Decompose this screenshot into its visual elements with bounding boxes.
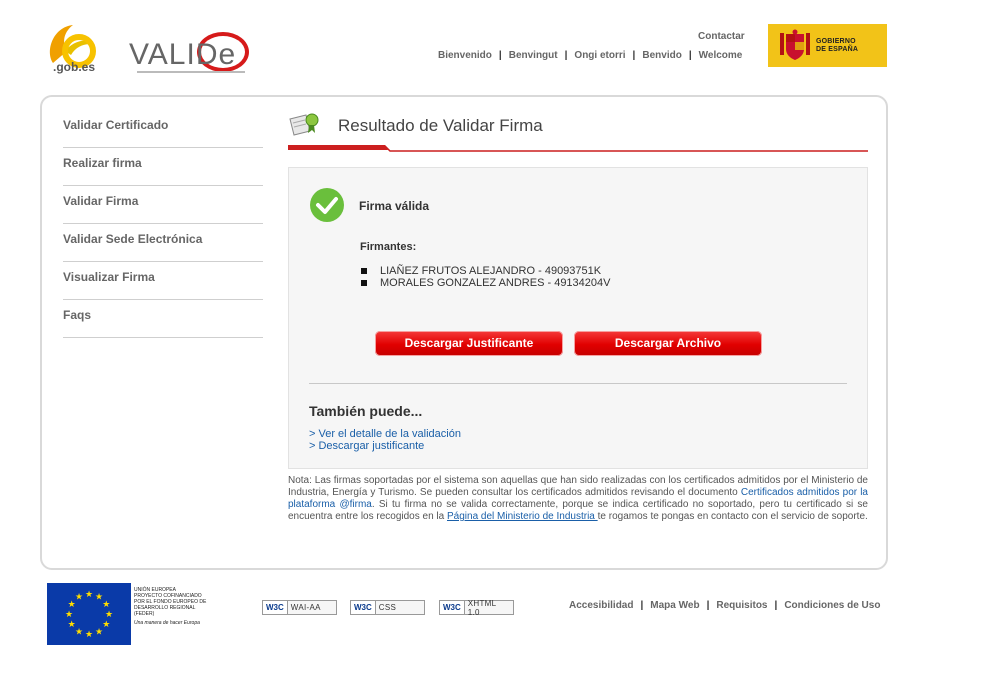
sidebar-nav: Validar Certificado Realizar firma Valid… xyxy=(63,110,263,338)
divider xyxy=(309,383,847,384)
ministry-page-link[interactable]: Página del Ministerio de Industria xyxy=(447,511,598,522)
contact-link[interactable]: Contactar xyxy=(698,31,745,42)
lang-link-welcome[interactable]: Welcome xyxy=(699,50,743,61)
sidebar-item-realizar-firma[interactable]: Realizar firma xyxy=(63,148,263,186)
separator: | xyxy=(632,50,636,61)
separator: | xyxy=(640,600,644,611)
gob-es-logo[interactable]: .gob.es xyxy=(43,21,115,75)
valide-logo[interactable]: VALIDe xyxy=(127,28,255,76)
requirements-link[interactable]: Requisitos xyxy=(716,600,767,611)
lang-link-bienvenido[interactable]: Bienvenido xyxy=(438,50,492,61)
signature-status: Firma válida xyxy=(359,199,430,213)
valide-text: VALIDe xyxy=(129,38,236,71)
terms-of-use-link[interactable]: Condiciones de Uso xyxy=(784,600,880,611)
signers-list: LIAÑEZ FRUTOS ALEJANDRO - 49093751K MORA… xyxy=(360,265,610,289)
eu-star-icon: ★ xyxy=(105,609,113,619)
w3c-xhtml-badge[interactable]: W3C XHTML 1.0 xyxy=(439,599,514,617)
lang-link-ongi-etorri[interactable]: Ongi etorri xyxy=(574,50,625,61)
also-heading: También puede... xyxy=(309,403,423,419)
eu-star-icon: ★ xyxy=(95,626,103,636)
accessibility-link[interactable]: Accesibilidad xyxy=(569,600,633,611)
eu-star-icon: ★ xyxy=(102,619,110,629)
sidebar-item-validar-firma[interactable]: Validar Firma xyxy=(63,186,263,224)
separator: | xyxy=(688,50,692,61)
separator: | xyxy=(706,600,710,611)
language-selector: Bienvenido | Benvingut | Ongi etorri | B… xyxy=(438,50,742,61)
title-underline xyxy=(288,145,868,152)
download-receipt-link[interactable]: > Descargar justificante xyxy=(309,440,424,452)
separator: | xyxy=(774,600,778,611)
sidebar-item-validar-sede[interactable]: Validar Sede Electrónica xyxy=(63,224,263,262)
eu-star-icon: ★ xyxy=(85,589,93,599)
page-title: Resultado de Validar Firma xyxy=(338,116,543,135)
sidebar-item-visualizar-firma[interactable]: Visualizar Firma xyxy=(63,262,263,300)
eu-star-icon: ★ xyxy=(85,629,93,639)
sitemap-link[interactable]: Mapa Web xyxy=(650,600,699,611)
w3c-wai-aa-badge[interactable]: W3C WAI-AA xyxy=(262,600,337,615)
signers-heading: Firmantes: xyxy=(360,241,417,253)
certificate-seal-icon xyxy=(289,113,319,136)
lang-link-benvingut[interactable]: Benvingut xyxy=(509,50,558,61)
eu-star-icon: ★ xyxy=(65,609,73,619)
footer-links: Accesibilidad | Mapa Web | Requisitos | … xyxy=(569,600,880,611)
separator: | xyxy=(564,50,568,61)
download-file-button[interactable]: Descargar Archivo xyxy=(574,331,762,356)
list-item: LIAÑEZ FRUTOS ALEJANDRO - 49093751K xyxy=(360,265,610,277)
coat-of-arms-icon xyxy=(780,29,810,60)
eu-star-icon: ★ xyxy=(68,619,76,629)
w3c-css-badge[interactable]: W3C CSS xyxy=(350,600,425,615)
sidebar-item-faqs[interactable]: Faqs xyxy=(63,300,263,338)
separator: | xyxy=(498,50,502,61)
eu-feder-text: UNIÓN EUROPEA PROYECTO COFINANCIADO POR … xyxy=(134,587,207,626)
result-panel: Firma válida Firmantes: LIAÑEZ FRUTOS AL… xyxy=(288,167,868,469)
eu-flag-icon: ★ ★ ★ ★ ★ ★ ★ ★ ★ ★ ★ ★ xyxy=(47,583,131,645)
support-note: Nota: Las firmas soportadas por el siste… xyxy=(288,475,868,522)
check-success-icon xyxy=(310,188,344,222)
eu-feder-logo: ★ ★ ★ ★ ★ ★ ★ ★ ★ ★ ★ ★ UNIÓN EUROPEA PROYECTO COFI… xyxy=(47,583,227,646)
gob-es-text: .gob.es xyxy=(53,60,95,74)
gobierno-text: GOBIERNO DE ESPAÑA xyxy=(816,38,859,53)
view-validation-detail-link[interactable]: > Ver el detalle de la validación xyxy=(309,428,461,440)
eu-star-icon: ★ xyxy=(75,626,83,636)
lang-link-benvido[interactable]: Benvido xyxy=(642,50,681,61)
eu-star-icon: ★ xyxy=(102,599,110,609)
list-item: MORALES GONZALEZ ANDRES - 49134204V xyxy=(360,277,610,289)
sidebar-item-validar-certificado[interactable]: Validar Certificado xyxy=(63,110,263,148)
eu-star-icon: ★ xyxy=(75,592,83,602)
download-receipt-button[interactable]: Descargar Justificante xyxy=(375,331,563,356)
gobierno-espana-logo[interactable]: GOBIERNO DE ESPAÑA xyxy=(768,24,887,67)
